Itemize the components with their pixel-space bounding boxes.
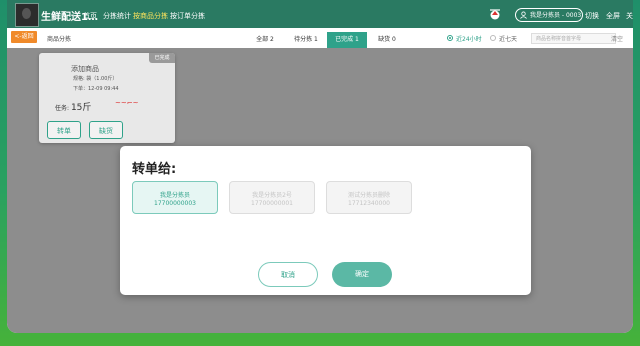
app-screen: 生鲜配送1… 首页 分拣统计 按商品分拣 按订单分拣 我是分拣员 - 0003 … — [7, 0, 633, 333]
content-overlay: 已完成 添加商品 规格: 袋（1.00斤） 下单：12-09 09:44 任务:… — [7, 48, 633, 333]
avatar[interactable] — [15, 3, 39, 27]
range-24h-label[interactable]: 近24小时 — [456, 34, 482, 43]
user-icon — [520, 11, 527, 19]
task-info: 任务: 15斤 — [55, 100, 91, 113]
product-card[interactable]: 已完成 添加商品 规格: 袋（1.00斤） 下单：12-09 09:44 任务:… — [39, 53, 175, 143]
user-switcher[interactable]: 我是分拣员 - 0003 — [515, 8, 583, 22]
tab-pending[interactable]: 待分拣 1 — [289, 32, 323, 48]
range-7d-label[interactable]: 近七天 — [499, 34, 517, 43]
sorter-name: 我是分拣员 — [159, 192, 190, 199]
tab-out-of-stock[interactable]: 缺货 0 — [371, 32, 403, 48]
nav-sort-by-order[interactable]: 按订单分拣 — [170, 11, 205, 21]
sorter-phone: 17700000003 — [154, 200, 196, 207]
fullscreen-button[interactable]: 全屏 — [606, 11, 620, 21]
breadcrumb: 商品分拣 — [47, 36, 72, 43]
top-bar: 生鲜配送1… 首页 分拣统计 按商品分拣 按订单分拣 我是分拣员 - 0003 … — [7, 0, 633, 28]
status-badge: 已完成 — [149, 53, 175, 63]
cancel-button[interactable]: 取消 — [258, 262, 318, 287]
sorter-option[interactable]: 我是分拣员2号 17700000001 — [229, 181, 315, 214]
task-label: 任务: — [55, 105, 70, 112]
sub-toolbar: <-返回 商品分拣 全部 2 待分拣 1 已完成 1 缺货 0 近24小时 近七… — [7, 28, 633, 49]
user-name: 我是分拣员 - 0003 — [530, 12, 582, 19]
sorter-option[interactable]: 我是分拣员 17700000003 — [132, 181, 218, 214]
range-7d-radio[interactable] — [490, 35, 496, 41]
nav-sorting-stats[interactable]: 分拣统计 — [103, 11, 131, 21]
dialog-title: 转单给: — [132, 162, 177, 177]
search-input[interactable]: 商品名称拼音首字母 — [531, 33, 616, 44]
transfer-dialog: 转单给: 我是分拣员 17700000003 我是分拣员2号 177000000… — [120, 146, 531, 295]
handwritten-mark: ~~⌐~ — [115, 99, 139, 107]
nav-home[interactable]: 首页 — [83, 11, 97, 21]
product-spec: 规格: 袋（1.00斤） — [73, 76, 118, 82]
sorter-option[interactable]: 测试分拣员删除 17712340000 — [326, 181, 412, 214]
confirm-button[interactable]: 确定 — [332, 262, 392, 287]
back-button[interactable]: <-返回 — [11, 31, 37, 43]
switch-button[interactable]: 切换 — [585, 11, 599, 21]
app-logo-icon — [490, 9, 500, 20]
sorter-phone: 17700000001 — [251, 200, 293, 207]
sorter-phone: 17712340000 — [348, 200, 390, 207]
close-button[interactable]: 关 — [626, 11, 633, 21]
range-24h-radio[interactable] — [447, 35, 453, 41]
search-placeholder: 商品名称拼音首字母 — [536, 36, 582, 42]
device-frame: 生鲜配送1… 首页 分拣统计 按商品分拣 按订单分拣 我是分拣员 - 0003 … — [0, 0, 640, 346]
out-of-stock-button[interactable]: 缺货 — [89, 121, 123, 139]
transfer-order-button[interactable]: 转单 — [47, 121, 81, 139]
clear-search-button[interactable]: 清空 — [611, 34, 623, 43]
order-time: 下单：12-09 09:44 — [73, 86, 119, 92]
tab-all[interactable]: 全部 2 — [251, 32, 279, 48]
tab-completed[interactable]: 已完成 1 — [327, 32, 367, 48]
sorter-name: 我是分拣员2号 — [252, 192, 292, 199]
task-value: 15斤 — [70, 103, 92, 113]
sorter-name: 测试分拣员删除 — [347, 192, 390, 199]
nav-sort-by-product[interactable]: 按商品分拣 — [133, 11, 168, 21]
product-name: 添加商品 — [71, 65, 99, 73]
